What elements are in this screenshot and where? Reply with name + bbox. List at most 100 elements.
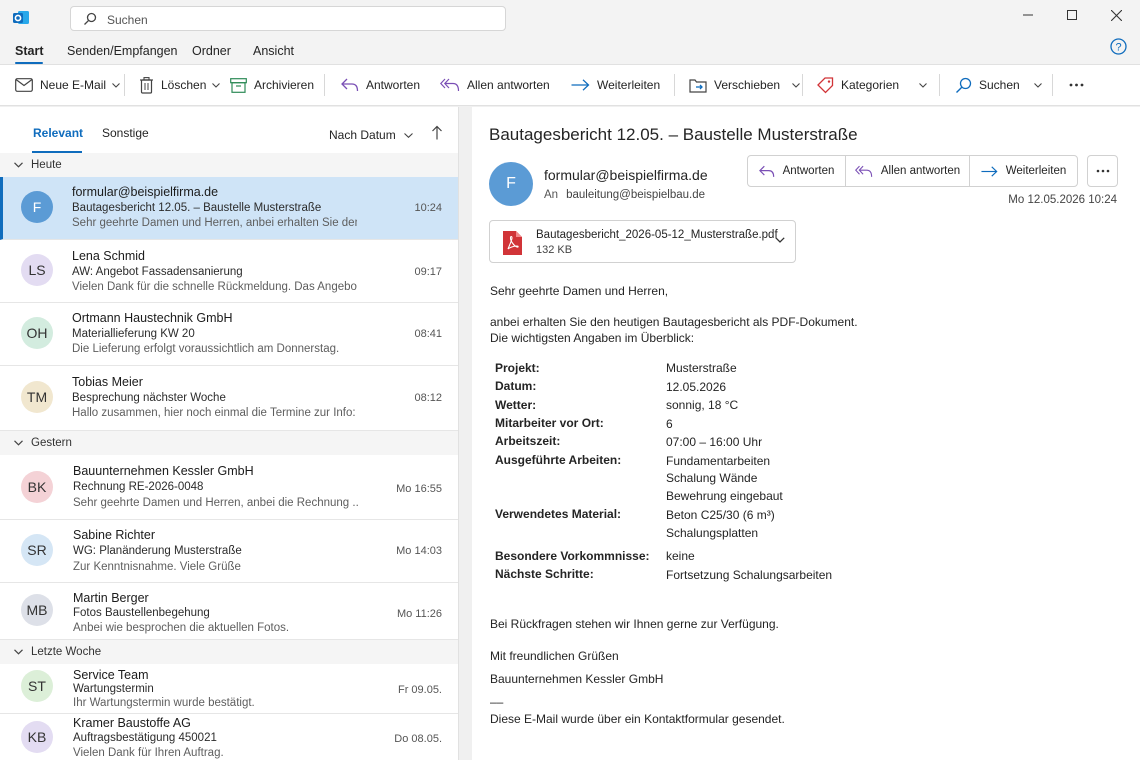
help-icon[interactable]: ? <box>1110 38 1127 55</box>
categories-button[interactable]: Kategorien <box>817 65 927 105</box>
attachment-name: Bautagesbericht_2026-05-12_Musterstraße.… <box>536 229 778 241</box>
new-mail-button[interactable]: Neue E-Mail <box>15 65 120 105</box>
ribbon-separator <box>802 74 803 96</box>
maximize-button[interactable] <box>1050 0 1094 30</box>
message-time: Do 08.05. <box>394 733 442 745</box>
reply-button[interactable]: Antworten <box>748 156 846 186</box>
sort-dropdown[interactable]: Nach Datum <box>329 128 413 142</box>
attachment-card[interactable]: Bautagesbericht_2026-05-12_Musterstraße.… <box>489 220 796 263</box>
minimize-button[interactable] <box>1006 0 1050 30</box>
message-preview: Die Lieferung erfolgt voraussichtlich am… <box>72 343 340 355</box>
chevron-down-icon <box>1033 82 1042 88</box>
more-icon <box>1069 83 1084 87</box>
detail-label: Mitarbeiter vor Ort: <box>495 416 604 430</box>
group-header-letzte-woche[interactable]: Letzte Woche <box>0 640 458 664</box>
forward-button[interactable]: Weiterleiten <box>571 65 660 105</box>
tab-ordner[interactable]: Ordner <box>192 44 231 58</box>
ribbon-search-label: Suchen <box>979 78 1020 92</box>
tab-ansicht[interactable]: Ansicht <box>253 44 294 58</box>
message-subject: Rechnung RE-2026-0048 <box>73 481 204 493</box>
message-subject: Wartungstermin <box>73 683 154 695</box>
message-sender: Service Team <box>73 668 149 682</box>
avatar: TM <box>21 381 53 413</box>
message-preview: Sehr geehrte Damen und Herren, anbei erh… <box>72 217 357 229</box>
group-header-heute[interactable]: Heute <box>0 153 458 177</box>
email-intro: anbei erhalten Sie den heutigen Bautages… <box>490 315 858 329</box>
detail-label: Nächste Schritte: <box>495 567 594 581</box>
ribbon-separator <box>674 74 675 96</box>
detail-value: keine <box>666 549 695 563</box>
search-icon <box>956 77 972 93</box>
tab-sonstige[interactable]: Sonstige <box>102 126 149 140</box>
message-sender: Sabine Richter <box>73 528 155 542</box>
message-sender: Bauunternehmen Kessler GmbH <box>73 464 254 478</box>
list-item[interactable]: OH Ortmann Haustechnik GmbH Materiallief… <box>0 303 458 366</box>
detail-value: 6 <box>666 417 673 431</box>
detail-label: Besondere Vorkommnisse: <box>495 549 650 563</box>
close-window-button[interactable] <box>1094 0 1138 30</box>
delete-button[interactable]: Löschen <box>139 65 221 105</box>
list-item[interactable]: LS Lena Schmid AW: Angebot Fassadensanie… <box>0 240 458 303</box>
group-label: Heute <box>31 159 62 171</box>
archive-button[interactable]: Archivieren <box>230 65 314 105</box>
email-subject: Bautagesbericht 12.05. – Baustelle Muste… <box>489 125 858 144</box>
reply-button[interactable]: Antworten <box>341 65 420 105</box>
forward-label: Weiterleiten <box>597 78 661 92</box>
tab-relevant[interactable]: Relevant <box>33 126 83 140</box>
chevron-down-icon <box>14 440 23 446</box>
chevron-down-icon <box>403 132 413 138</box>
minimize-icon <box>1023 14 1033 16</box>
new-mail-label: Neue E-Mail <box>40 78 107 92</box>
archive-label: Archivieren <box>254 78 315 92</box>
tab-senden-empfangen[interactable]: Senden/Empfangen <box>67 44 178 58</box>
list-item[interactable]: MB Martin Berger Fotos Baustellenbegehun… <box>0 583 458 640</box>
chevron-down-icon <box>14 649 23 655</box>
detail-value: Musterstraße <box>666 361 737 375</box>
message-sender: Kramer Baustoffe AG <box>73 716 191 730</box>
move-label: Verschieben <box>714 78 781 92</box>
reply-all-button[interactable]: Allen antworten <box>440 65 550 105</box>
reply-all-icon <box>854 165 873 177</box>
move-button[interactable]: Verschieben <box>689 65 800 105</box>
email-sender[interactable]: formular@beispielfirma.de <box>544 167 708 183</box>
group-label: Gestern <box>31 437 72 449</box>
ribbon-search-button[interactable]: Suchen <box>955 65 1042 105</box>
list-item[interactable]: BK Bauunternehmen Kessler GmbH Rechnung … <box>0 455 458 520</box>
email-recipient[interactable]: bauleitung@beispielbau.de <box>566 189 705 201</box>
message-preview: Zur Kenntnisnahme. Viele Grüße <box>73 561 241 573</box>
list-item[interactable]: KB Kramer Baustoffe AG Auftragsbestätigu… <box>0 714 458 760</box>
close-icon <box>1110 9 1122 21</box>
message-sender: Ortmann Haustechnik GmbH <box>72 311 233 325</box>
ribbon-separator <box>124 74 125 96</box>
detail-value: Schalungsplatten <box>666 526 759 540</box>
email-footer: Diese E-Mail wurde über ein Kontaktformu… <box>490 712 785 726</box>
ribbon-separator <box>324 74 325 96</box>
reply-all-label: Allen antworten <box>467 78 550 92</box>
trash-icon <box>140 76 153 94</box>
maximize-icon <box>1067 10 1077 20</box>
reply-all-button[interactable]: Allen antworten <box>846 156 970 186</box>
forward-button[interactable]: Weiterleiten <box>970 156 1077 186</box>
list-item[interactable]: ST Service Team Wartungstermin Ihr Wartu… <box>0 664 458 714</box>
message-subject: Fotos Baustellenbegehung <box>73 607 210 619</box>
message-time: 08:41 <box>414 328 442 340</box>
recipient-label: An <box>544 189 559 201</box>
message-subject: Bautagesbericht 12.05. – Baustelle Muste… <box>72 202 322 214</box>
forward-label: Weiterleiten <box>1005 165 1067 177</box>
sort-direction-icon[interactable] <box>431 125 443 140</box>
chevron-down-icon[interactable] <box>775 237 785 243</box>
list-item[interactable]: TM Tobias Meier Besprechung nächster Woc… <box>0 366 458 431</box>
list-item[interactable]: SR Sabine Richter WG: Planänderung Muste… <box>0 520 458 583</box>
message-preview: Hallo zusammen, hier noch einmal die Ter… <box>72 407 357 419</box>
more-options-button[interactable] <box>1069 65 1091 105</box>
group-header-gestern[interactable]: Gestern <box>0 431 458 455</box>
list-item[interactable]: F formular@beispielfirma.de Bautagesberi… <box>0 177 458 240</box>
search-input[interactable]: Suchen <box>70 6 506 31</box>
categories-label: Kategorien <box>841 78 900 92</box>
avatar: SR <box>21 534 53 566</box>
message-time: Fr 09.05. <box>397 684 442 696</box>
tab-start[interactable]: Start <box>15 44 43 58</box>
email-signature: Bauunternehmen Kessler GmbH <box>490 672 664 686</box>
ribbon-separator <box>939 74 940 96</box>
more-actions-button[interactable] <box>1087 155 1118 187</box>
